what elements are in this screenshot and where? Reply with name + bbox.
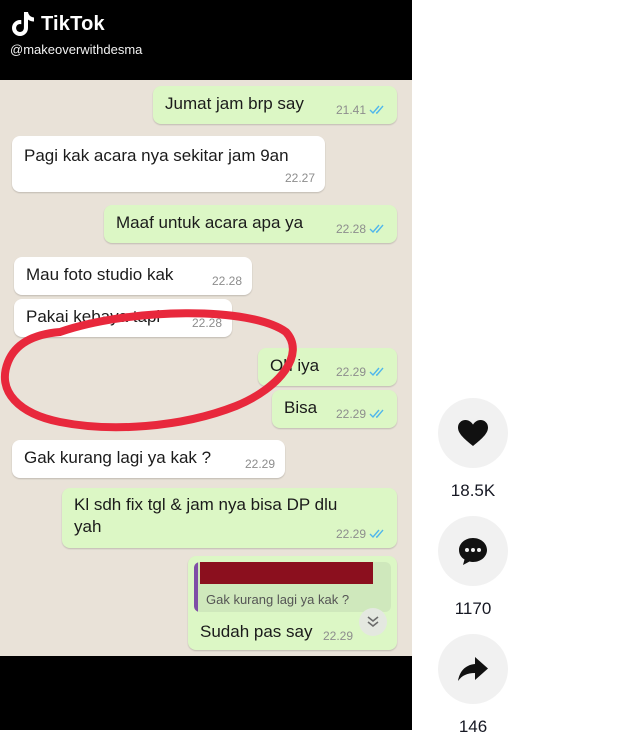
message-time: 21.41	[335, 103, 366, 117]
message-text: Pagi kak acara nya sekitar jam 9an	[24, 146, 289, 165]
read-ticks-icon	[369, 105, 384, 115]
chat-screenshot: Jumat jam brp say 21.41 Pagi kak acara n…	[0, 80, 412, 656]
red-circle-annotation	[0, 309, 297, 432]
quote-accent-bar	[194, 562, 198, 612]
share-icon	[458, 657, 488, 681]
message-meta: 22.28	[336, 222, 387, 236]
message-time: 22.28	[335, 222, 366, 236]
read-ticks-icon	[369, 367, 384, 377]
message-meta: 21.41	[336, 103, 387, 117]
share-action[interactable]: 146	[436, 634, 510, 737]
like-button[interactable]	[438, 398, 508, 468]
quoted-message[interactable]: Gak kurang lagi ya kak ?	[194, 562, 391, 612]
tiktok-watermark: TikTok @makeoverwithdesma	[10, 10, 142, 57]
tiktok-brand: TikTok	[41, 12, 105, 35]
message-time: 22.28	[211, 274, 242, 288]
like-count: 18.5K	[450, 481, 496, 500]
message-text: Sudah pas say	[200, 622, 313, 641]
chevron-down-icon	[367, 616, 379, 628]
message-meta: 22.29	[336, 365, 387, 379]
comment-action[interactable]: 1170	[436, 516, 510, 619]
scroll-down-button[interactable]	[359, 608, 387, 636]
read-ticks-icon	[369, 224, 384, 234]
message-bubble: Pagi kak acara nya sekitar jam 9an 22.27	[12, 136, 325, 192]
message-meta: 22.29	[323, 629, 353, 643]
message-time: 22.29	[335, 407, 366, 421]
quoted-text: Gak kurang lagi ya kak ?	[206, 592, 350, 607]
message-text: Jumat jam brp say	[165, 94, 304, 113]
message-text: Kl sdh fix tgl & jam nya bisa DP dlu yah	[74, 495, 338, 536]
message-bubble: Maaf untuk acara apa ya 22.28	[104, 205, 397, 243]
tiktok-logo: TikTok	[10, 10, 142, 38]
message-time: 22.29	[322, 629, 353, 643]
message-bubble: Mau foto studio kak 22.28	[14, 257, 252, 295]
redacted-sender-name	[200, 562, 373, 584]
message-bubble: Kl sdh fix tgl & jam nya bisa DP dlu yah…	[62, 488, 397, 548]
video-frame[interactable]: TikTok @makeoverwithdesma Jumat jam brp …	[0, 0, 412, 730]
message-meta: 22.29	[245, 457, 275, 471]
message-time: 22.29	[244, 457, 275, 471]
like-action[interactable]: 18.5K	[436, 398, 510, 501]
message-meta: 22.29	[336, 407, 387, 421]
message-bubble: Jumat jam brp say 21.41	[153, 86, 397, 124]
heart-icon	[458, 420, 488, 446]
message-time: 22.29	[335, 365, 366, 379]
creator-handle[interactable]: @makeoverwithdesma	[10, 42, 142, 57]
message-text: Maaf untuk acara apa ya	[116, 213, 304, 232]
message-text: Gak kurang lagi ya kak ?	[24, 448, 212, 467]
message-bubble: Gak kurang lagi ya kak ? Sudah pas say 2…	[188, 556, 397, 650]
message-time: 22.29	[335, 527, 366, 541]
comment-count: 1170	[454, 599, 492, 618]
message-meta: 22.28	[212, 274, 242, 288]
message-time: 22.27	[284, 171, 315, 185]
read-ticks-icon	[369, 529, 384, 539]
tiktok-logo-icon	[12, 12, 34, 36]
message-meta: 22.29	[336, 527, 387, 541]
share-button[interactable]	[438, 634, 508, 704]
read-ticks-icon	[369, 409, 384, 419]
comment-button[interactable]	[438, 516, 508, 586]
message-meta: 22.27	[285, 171, 315, 185]
comment-icon	[459, 538, 487, 565]
share-count: 146	[458, 717, 488, 736]
message-text: Mau foto studio kak	[26, 265, 174, 284]
